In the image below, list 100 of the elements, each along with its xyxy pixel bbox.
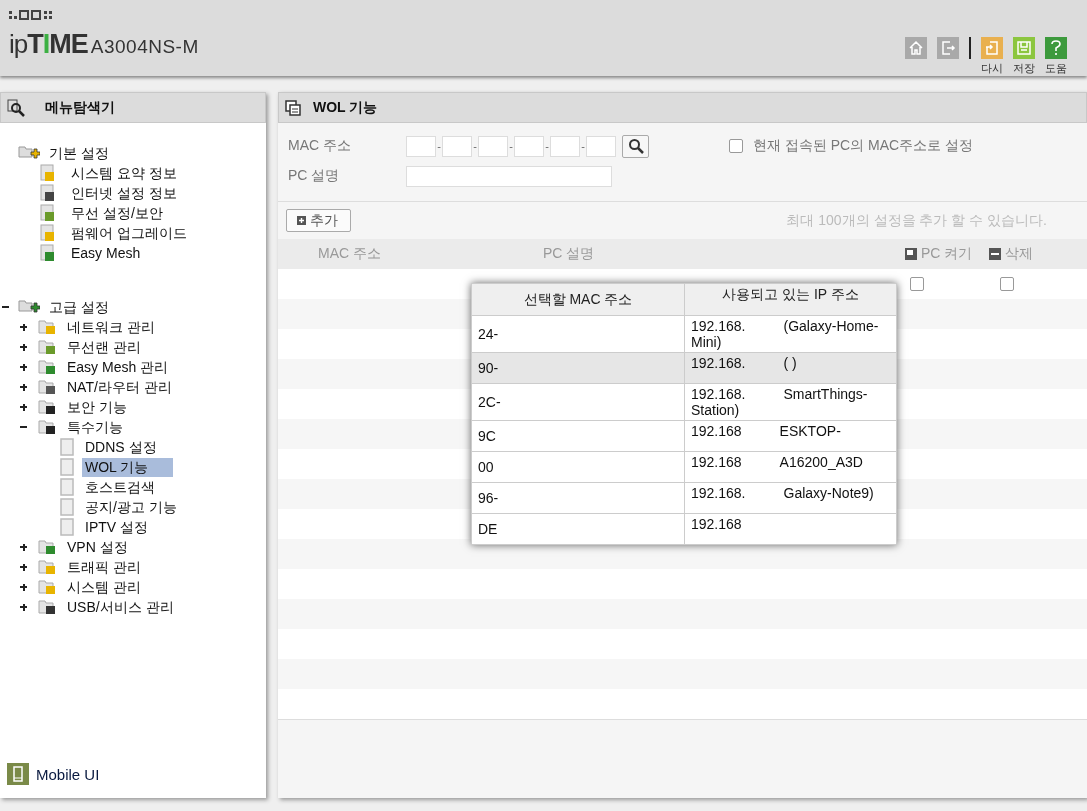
model-name: A3004NS-M	[90, 36, 199, 58]
column-header: 사용되고 있는 IP 주소	[684, 284, 896, 315]
ip-cell-text: 192.168 ESKTOP-	[691, 423, 842, 439]
windows-icon	[285, 99, 301, 116]
mac-cell: 96-	[478, 490, 499, 506]
mac-cell: 2C-	[478, 394, 501, 410]
page-icon	[40, 184, 56, 202]
mac-cell: 9C	[478, 428, 496, 444]
save-icon	[1013, 37, 1035, 59]
tree-item[interactable]: VPN 설정	[64, 537, 131, 557]
folder-icon	[18, 145, 40, 161]
tree-item[interactable]: Easy Mesh 관리	[64, 357, 172, 377]
column-header: 삭제	[1005, 245, 1033, 263]
column-header: PC 설명	[543, 245, 596, 263]
mac-octet-field[interactable]	[406, 135, 436, 157]
separator-text: -	[580, 140, 586, 152]
ip-cell-text: 192.168. SmartThings-Station)	[691, 386, 869, 418]
folder-icon	[38, 579, 58, 595]
folder-icon	[38, 599, 58, 615]
panel-title: WOL 기능	[313, 98, 378, 117]
page-icon	[40, 224, 56, 242]
tree-item[interactable]: 인터넷 설정 정보	[68, 183, 180, 203]
ip-cell-text: 192.168. Galaxy-Note9)	[691, 485, 875, 501]
mac-cell: DE	[478, 521, 498, 537]
ip-cell-text: 192.168	[691, 516, 743, 532]
folder-icon	[38, 359, 58, 375]
tree-item[interactable]: 무선 설정/보안	[68, 203, 166, 223]
mobile-ui-link[interactable]: Mobile UI	[0, 763, 266, 798]
mac-octet-field[interactable]	[514, 135, 544, 157]
tree-item[interactable]: WOL 기능	[82, 457, 174, 477]
reset-icon	[981, 37, 1003, 59]
mac-octet-field[interactable]	[550, 135, 580, 157]
mac-octet-field[interactable]	[478, 135, 508, 157]
separator-text: -	[508, 140, 514, 152]
tree-item[interactable]: 보안 기능	[64, 397, 130, 417]
column-header: MAC 주소	[317, 245, 382, 263]
mac-list-row[interactable]: 96- 192.168. Galaxy-Note9)	[472, 482, 896, 513]
plus-icon	[297, 216, 306, 225]
tree-item[interactable]: 고급 설정	[46, 297, 112, 317]
search-icon	[7, 98, 25, 117]
page-icon	[60, 498, 74, 516]
mac-cell: 00	[478, 459, 494, 475]
page-icon	[60, 518, 74, 536]
checkbox[interactable]	[910, 277, 924, 291]
phone-icon	[7, 763, 29, 785]
field-label: MAC 주소	[288, 137, 352, 155]
minus-icon	[989, 248, 1001, 260]
page-icon	[60, 438, 74, 456]
page-icon	[60, 478, 74, 496]
tree-item[interactable]: 네트워크 관리	[64, 317, 158, 337]
tree-item[interactable]: Easy Mesh	[68, 243, 144, 263]
mac-octet-field[interactable]	[586, 135, 616, 157]
checkbox-label: 현재 접속된 PC의 MAC주소로 설정	[753, 137, 974, 155]
tree-item[interactable]: 시스템 관리	[64, 577, 144, 597]
page-icon	[40, 164, 56, 182]
folder-icon	[38, 319, 58, 335]
column-header: PC 켜기	[921, 245, 973, 263]
ip-cell-text: 192.168. (Galaxy-Home-Mini)	[691, 318, 880, 350]
tree-item[interactable]: 무선랜 관리	[64, 337, 144, 357]
mac-list-row[interactable]: 90- 192.168. ( )	[472, 352, 896, 383]
tree-item[interactable]: 트래픽 관리	[64, 557, 144, 577]
brand-logo: ipTIME	[9, 29, 88, 60]
separator-text: -	[544, 140, 550, 152]
reset-button[interactable]: 다시	[981, 37, 1003, 76]
mac-list-row[interactable]: 2C- 192.168. SmartThings-Station)	[472, 383, 896, 420]
mac-octet-field[interactable]	[442, 135, 472, 157]
column-header: 선택할 MAC 주소	[522, 289, 634, 309]
logo-dots-icon	[9, 10, 55, 20]
tree-item[interactable]: 특수기능	[64, 417, 126, 437]
tree-item[interactable]: USB/서비스 관리	[64, 597, 177, 617]
separator-text: -	[472, 140, 478, 152]
add-button[interactable]: 추가	[286, 209, 351, 232]
help-icon	[1045, 37, 1067, 59]
checkbox[interactable]	[1000, 277, 1014, 291]
tree-item[interactable]: DDNS 설정	[82, 437, 160, 457]
tree-item[interactable]: 공지/광고 기능	[82, 497, 180, 517]
ip-cell-text: 192.168 A16200_A3D	[691, 454, 864, 470]
mac-list-row[interactable]: 00 192.168 A16200_A3D	[472, 451, 896, 482]
separator-text: -	[436, 140, 442, 152]
pc-description-field[interactable]	[406, 165, 612, 187]
folder-icon	[38, 559, 58, 575]
mac-cell: 90-	[478, 360, 499, 376]
tree-item[interactable]: 펌웨어 업그레이드	[68, 223, 190, 243]
tree-item[interactable]: 호스트검색	[82, 477, 158, 497]
folder-icon	[38, 419, 58, 435]
tree-item[interactable]: IPTV 설정	[82, 517, 151, 537]
tree-item[interactable]: 기본 설정	[46, 143, 112, 163]
save-button[interactable]: 저장	[1013, 37, 1035, 76]
home-icon	[905, 37, 927, 59]
checkbox[interactable]	[729, 139, 743, 153]
ip-cell-text: 192.168. ( )	[691, 355, 798, 371]
mac-list-row[interactable]: 9C 192.168 ESKTOP-	[472, 420, 896, 451]
search-icon	[627, 138, 644, 154]
tree-item[interactable]: NAT/라우터 관리	[64, 377, 175, 397]
search-button[interactable]	[622, 134, 649, 158]
help-button[interactable]: 도움	[1045, 37, 1067, 76]
tree-item[interactable]: 시스템 요약 정보	[68, 163, 180, 183]
mac-list-row[interactable]: DE 192.168	[472, 513, 896, 544]
page-icon	[40, 204, 56, 222]
folder-icon	[38, 539, 58, 555]
